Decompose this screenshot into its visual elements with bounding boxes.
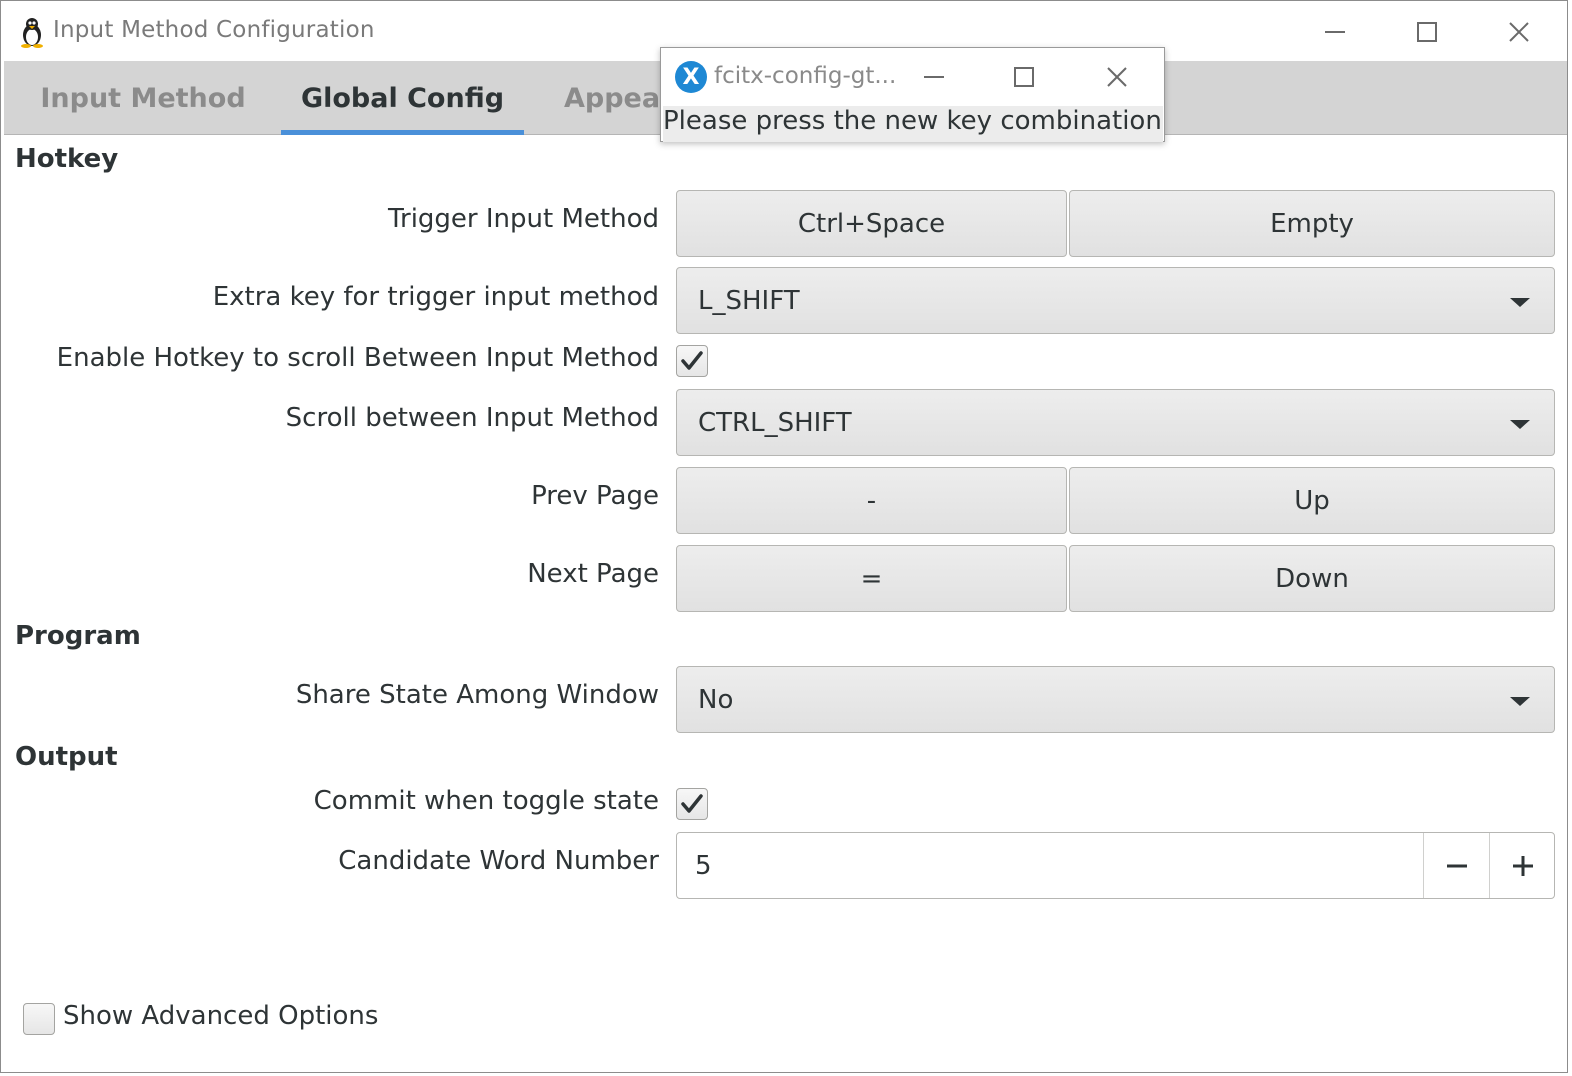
- window-title: Input Method Configuration: [53, 17, 375, 43]
- candidate-number-label: Candidate Word Number: [338, 846, 659, 876]
- extra-key-combo[interactable]: L_SHIFT: [676, 267, 1555, 334]
- next-page-key2-button[interactable]: Down: [1069, 545, 1555, 612]
- config-window: Input Method Configuration Input Method …: [0, 0, 1568, 1073]
- candidate-number-input[interactable]: 5: [695, 833, 712, 898]
- trigger-key1-button[interactable]: Ctrl+Space: [676, 190, 1067, 257]
- tab-global-config[interactable]: Global Config: [281, 61, 524, 135]
- plus-icon: [1512, 855, 1533, 876]
- fcitx-logo-icon: X: [675, 61, 707, 93]
- show-advanced-label: Show Advanced Options: [63, 1001, 379, 1031]
- minimize-icon: [924, 76, 944, 78]
- dialog-message: Please press the new key combination: [663, 106, 1163, 142]
- close-icon: [1509, 22, 1529, 42]
- maximize-button[interactable]: [1405, 11, 1449, 53]
- decrement-button[interactable]: [1423, 833, 1489, 898]
- scroll-between-value: CTRL_SHIFT: [698, 407, 852, 438]
- show-advanced-checkbox[interactable]: [23, 1003, 55, 1035]
- share-state-combo[interactable]: No: [676, 666, 1555, 733]
- dialog-close-button[interactable]: [1095, 56, 1139, 98]
- trigger-key2-button[interactable]: Empty: [1069, 190, 1555, 257]
- minus-icon: [1446, 864, 1467, 867]
- close-icon: [1107, 67, 1127, 87]
- tab-input-method[interactable]: Input Method: [24, 61, 262, 135]
- section-output-header: Output: [15, 742, 118, 772]
- enable-scroll-checkbox[interactable]: [676, 345, 708, 377]
- increment-button[interactable]: [1489, 833, 1555, 898]
- close-button[interactable]: [1497, 11, 1541, 53]
- dropdown-arrow-icon: [1510, 697, 1530, 706]
- prev-page-key1-button[interactable]: -: [676, 467, 1067, 534]
- tux-penguin-icon: [17, 16, 47, 48]
- dialog-maximize-button[interactable]: [1002, 56, 1046, 98]
- section-hotkey-header: Hotkey: [15, 144, 119, 174]
- dropdown-arrow-icon: [1510, 298, 1530, 307]
- dropdown-arrow-icon: [1510, 420, 1530, 429]
- commit-toggle-label: Commit when toggle state: [313, 786, 659, 816]
- extra-key-value: L_SHIFT: [698, 285, 800, 316]
- enable-scroll-label: Enable Hotkey to scroll Between Input Me…: [56, 343, 659, 373]
- minimize-button[interactable]: [1313, 11, 1357, 53]
- share-state-label: Share State Among Window: [295, 680, 659, 710]
- prev-page-label: Prev Page: [531, 481, 659, 511]
- maximize-icon: [1417, 22, 1437, 42]
- dialog-minimize-button[interactable]: [912, 56, 956, 98]
- checkmark-icon: [681, 351, 703, 370]
- key-grab-dialog: X fcitx-config-gt... Please press the ne…: [660, 47, 1165, 142]
- dialog-title: fcitx-config-gt...: [714, 63, 897, 89]
- prev-page-key2-button[interactable]: Up: [1069, 467, 1555, 534]
- trigger-input-method-label: Trigger Input Method: [387, 204, 659, 234]
- minimize-icon: [1325, 31, 1345, 33]
- scroll-between-label: Scroll between Input Method: [285, 403, 659, 433]
- commit-toggle-checkbox[interactable]: [676, 788, 708, 820]
- next-page-key1-button[interactable]: =: [676, 545, 1067, 612]
- tab-appearance[interactable]: Appear: [564, 61, 664, 135]
- share-state-value: No: [698, 684, 734, 715]
- scroll-between-combo[interactable]: CTRL_SHIFT: [676, 389, 1555, 456]
- candidate-number-spinbutton: 5: [676, 832, 1555, 899]
- extra-key-label: Extra key for trigger input method: [212, 282, 659, 312]
- maximize-icon: [1014, 67, 1034, 87]
- checkmark-icon: [681, 794, 703, 813]
- next-page-label: Next Page: [527, 559, 659, 589]
- section-program-header: Program: [15, 621, 141, 651]
